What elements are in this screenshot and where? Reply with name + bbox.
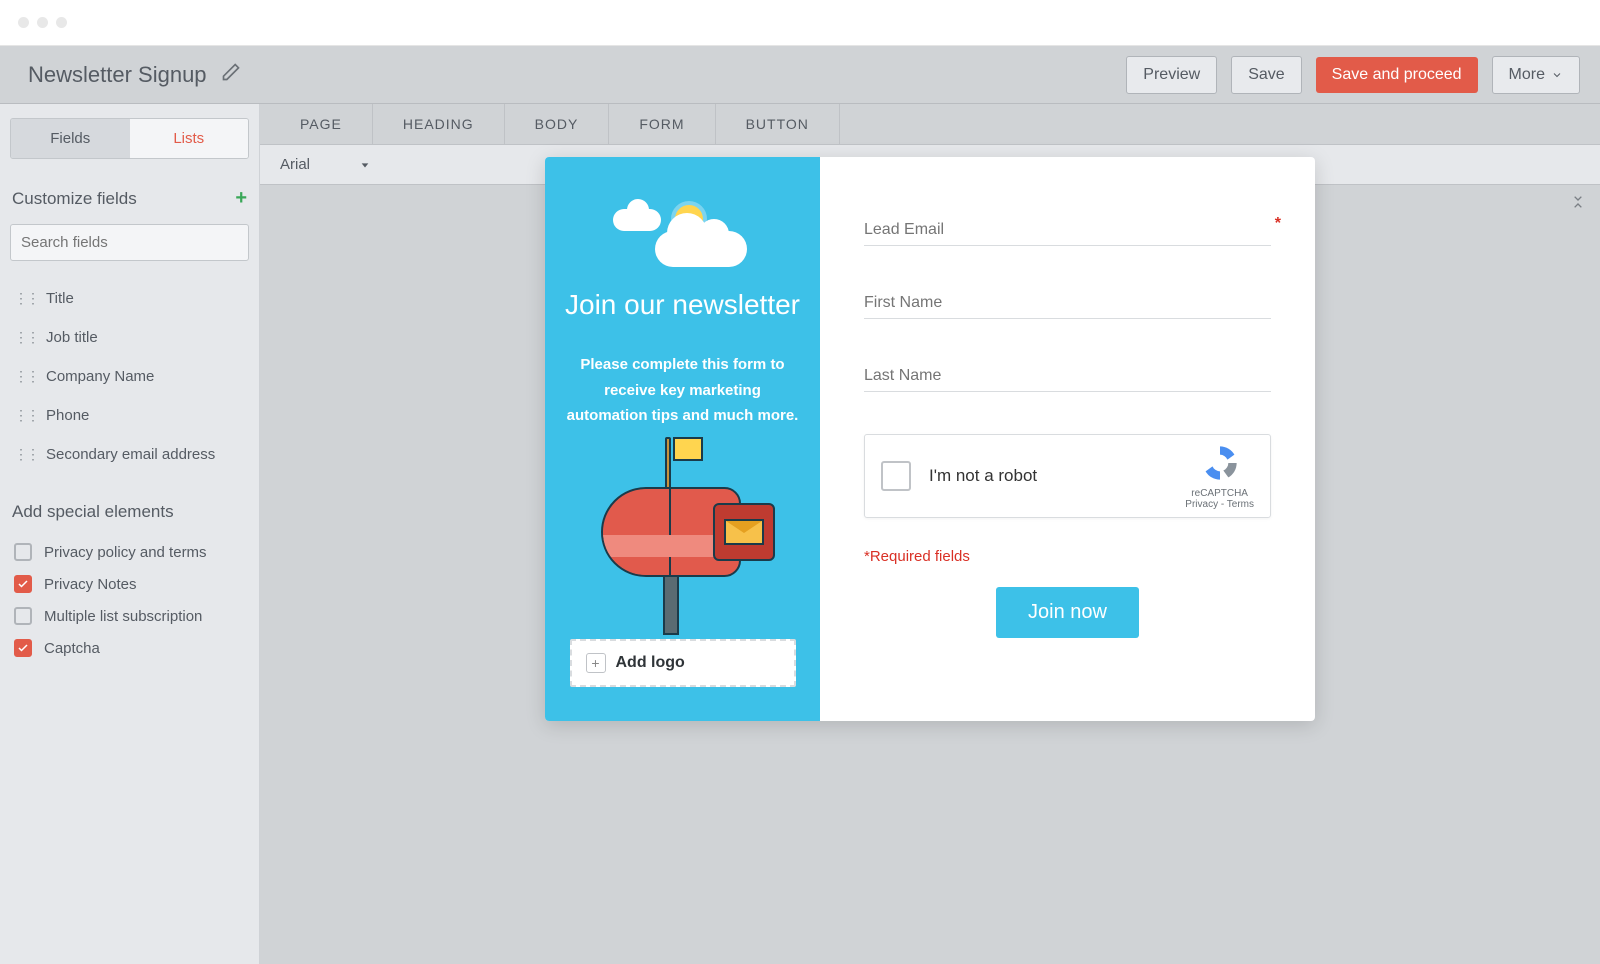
segmented-control: Fields Lists [10, 118, 249, 159]
tab-heading[interactable]: HEADING [373, 104, 505, 144]
field-item[interactable]: ⋮⋮ Title [10, 279, 249, 318]
checkbox-privacy-notes[interactable] [14, 575, 32, 593]
preview-button[interactable]: Preview [1126, 56, 1217, 94]
customize-fields-title: Customize fields [12, 189, 137, 209]
form-field-lastname [864, 361, 1271, 392]
special-elements-title: Add special elements [12, 502, 249, 522]
required-fields-text: *Required fields [864, 548, 1271, 565]
recaptcha-checkbox[interactable] [881, 461, 911, 491]
cloud-icon [613, 209, 661, 231]
more-button-label: More [1509, 66, 1545, 84]
header-bar: Newsletter Signup Preview Save Save and … [0, 46, 1600, 104]
drag-handle-icon: ⋮⋮ [14, 446, 38, 463]
add-field-icon[interactable]: + [235, 187, 247, 210]
field-item[interactable]: ⋮⋮ Company Name [10, 357, 249, 396]
seg-lists[interactable]: Lists [130, 119, 249, 158]
recaptcha-brand: reCAPTCHA [1185, 488, 1254, 499]
preview-banner: Join our newsletter Please complete this… [545, 157, 820, 721]
add-logo-button[interactable]: + Add logo [570, 639, 796, 687]
field-label: Job title [46, 329, 98, 346]
search-fields-input[interactable] [10, 224, 249, 261]
tab-form[interactable]: FORM [609, 104, 715, 144]
font-family-select[interactable]: Arial [270, 150, 380, 179]
sky-illustration [613, 197, 753, 277]
checkbox-captcha[interactable] [14, 639, 32, 657]
special-label: Privacy policy and terms [44, 544, 207, 561]
page-title: Newsletter Signup [28, 62, 207, 88]
recaptcha-privacy[interactable]: Privacy - Terms [1185, 499, 1254, 510]
drag-handle-icon: ⋮⋮ [14, 368, 38, 385]
field-item[interactable]: ⋮⋮ Secondary email address [10, 435, 249, 474]
checkbox-privacy-policy[interactable] [14, 543, 32, 561]
field-label: Title [46, 290, 74, 307]
tab-page[interactable]: PAGE [270, 104, 373, 144]
field-label: Phone [46, 407, 89, 424]
field-list: ⋮⋮ Title ⋮⋮ Job title ⋮⋮ Company Name ⋮⋮ Pho… [10, 279, 249, 474]
canvas: PAGE HEADING BODY FORM BUTTON Arial [260, 104, 1600, 964]
special-label: Multiple list subscription [44, 608, 202, 625]
submit-button[interactable]: Join now [996, 587, 1139, 638]
browser-chrome [0, 0, 1600, 46]
window-dot [56, 17, 67, 28]
form-field-firstname [864, 288, 1271, 319]
tab-body[interactable]: BODY [505, 104, 610, 144]
expand-toolbar-icon[interactable] [1570, 194, 1586, 215]
sidebar: Fields Lists Customize fields + ⋮⋮ Title … [0, 104, 260, 964]
seg-fields[interactable]: Fields [11, 119, 130, 158]
recaptcha-label: I'm not a robot [929, 466, 1185, 486]
recaptcha-logo-icon [1200, 443, 1240, 483]
font-family-value: Arial [280, 156, 310, 173]
more-button[interactable]: More [1492, 56, 1580, 94]
banner-text[interactable]: Please complete this form to receive key… [565, 352, 800, 429]
checkbox-multi-list[interactable] [14, 607, 32, 625]
form-preview: Join our newsletter Please complete this… [545, 157, 1315, 721]
lead-email-input[interactable] [864, 215, 1271, 246]
editor-tabs: PAGE HEADING BODY FORM BUTTON [260, 104, 1600, 145]
special-elements-list: Privacy policy and terms Privacy Notes M… [10, 536, 249, 664]
plus-box-icon: + [586, 653, 606, 673]
recaptcha-widget: I'm not a robot reCAPTCHA Privacy - Term… [864, 434, 1271, 518]
special-label: Privacy Notes [44, 576, 137, 593]
save-button[interactable]: Save [1231, 56, 1301, 94]
save-and-proceed-button[interactable]: Save and proceed [1316, 57, 1478, 93]
special-label: Captcha [44, 640, 100, 657]
field-item[interactable]: ⋮⋮ Job title [10, 318, 249, 357]
special-item: Multiple list subscription [10, 600, 249, 632]
mailbox-illustration [583, 457, 783, 637]
field-item[interactable]: ⋮⋮ Phone [10, 396, 249, 435]
drag-handle-icon: ⋮⋮ [14, 407, 38, 424]
required-star-icon: * [1275, 215, 1281, 233]
tab-button[interactable]: BUTTON [716, 104, 840, 144]
edit-title-icon[interactable] [221, 62, 241, 88]
field-label: Secondary email address [46, 446, 215, 463]
window-dot [18, 17, 29, 28]
add-logo-label: Add logo [616, 654, 685, 672]
special-item: Privacy Notes [10, 568, 249, 600]
last-name-input[interactable] [864, 361, 1271, 392]
special-item: Captcha [10, 632, 249, 664]
preview-form: * I'm not a robot reCAPTCHA Privacy - Te… [820, 157, 1315, 721]
field-label: Company Name [46, 368, 154, 385]
drag-handle-icon: ⋮⋮ [14, 290, 38, 307]
banner-title[interactable]: Join our newsletter [565, 287, 800, 322]
drag-handle-icon: ⋮⋮ [14, 329, 38, 346]
window-dot [37, 17, 48, 28]
special-item: Privacy policy and terms [10, 536, 249, 568]
form-field-email: * [864, 215, 1271, 246]
caret-down-icon [360, 160, 370, 170]
chevron-down-icon [1551, 69, 1563, 81]
first-name-input[interactable] [864, 288, 1271, 319]
cloud-icon [655, 231, 747, 267]
